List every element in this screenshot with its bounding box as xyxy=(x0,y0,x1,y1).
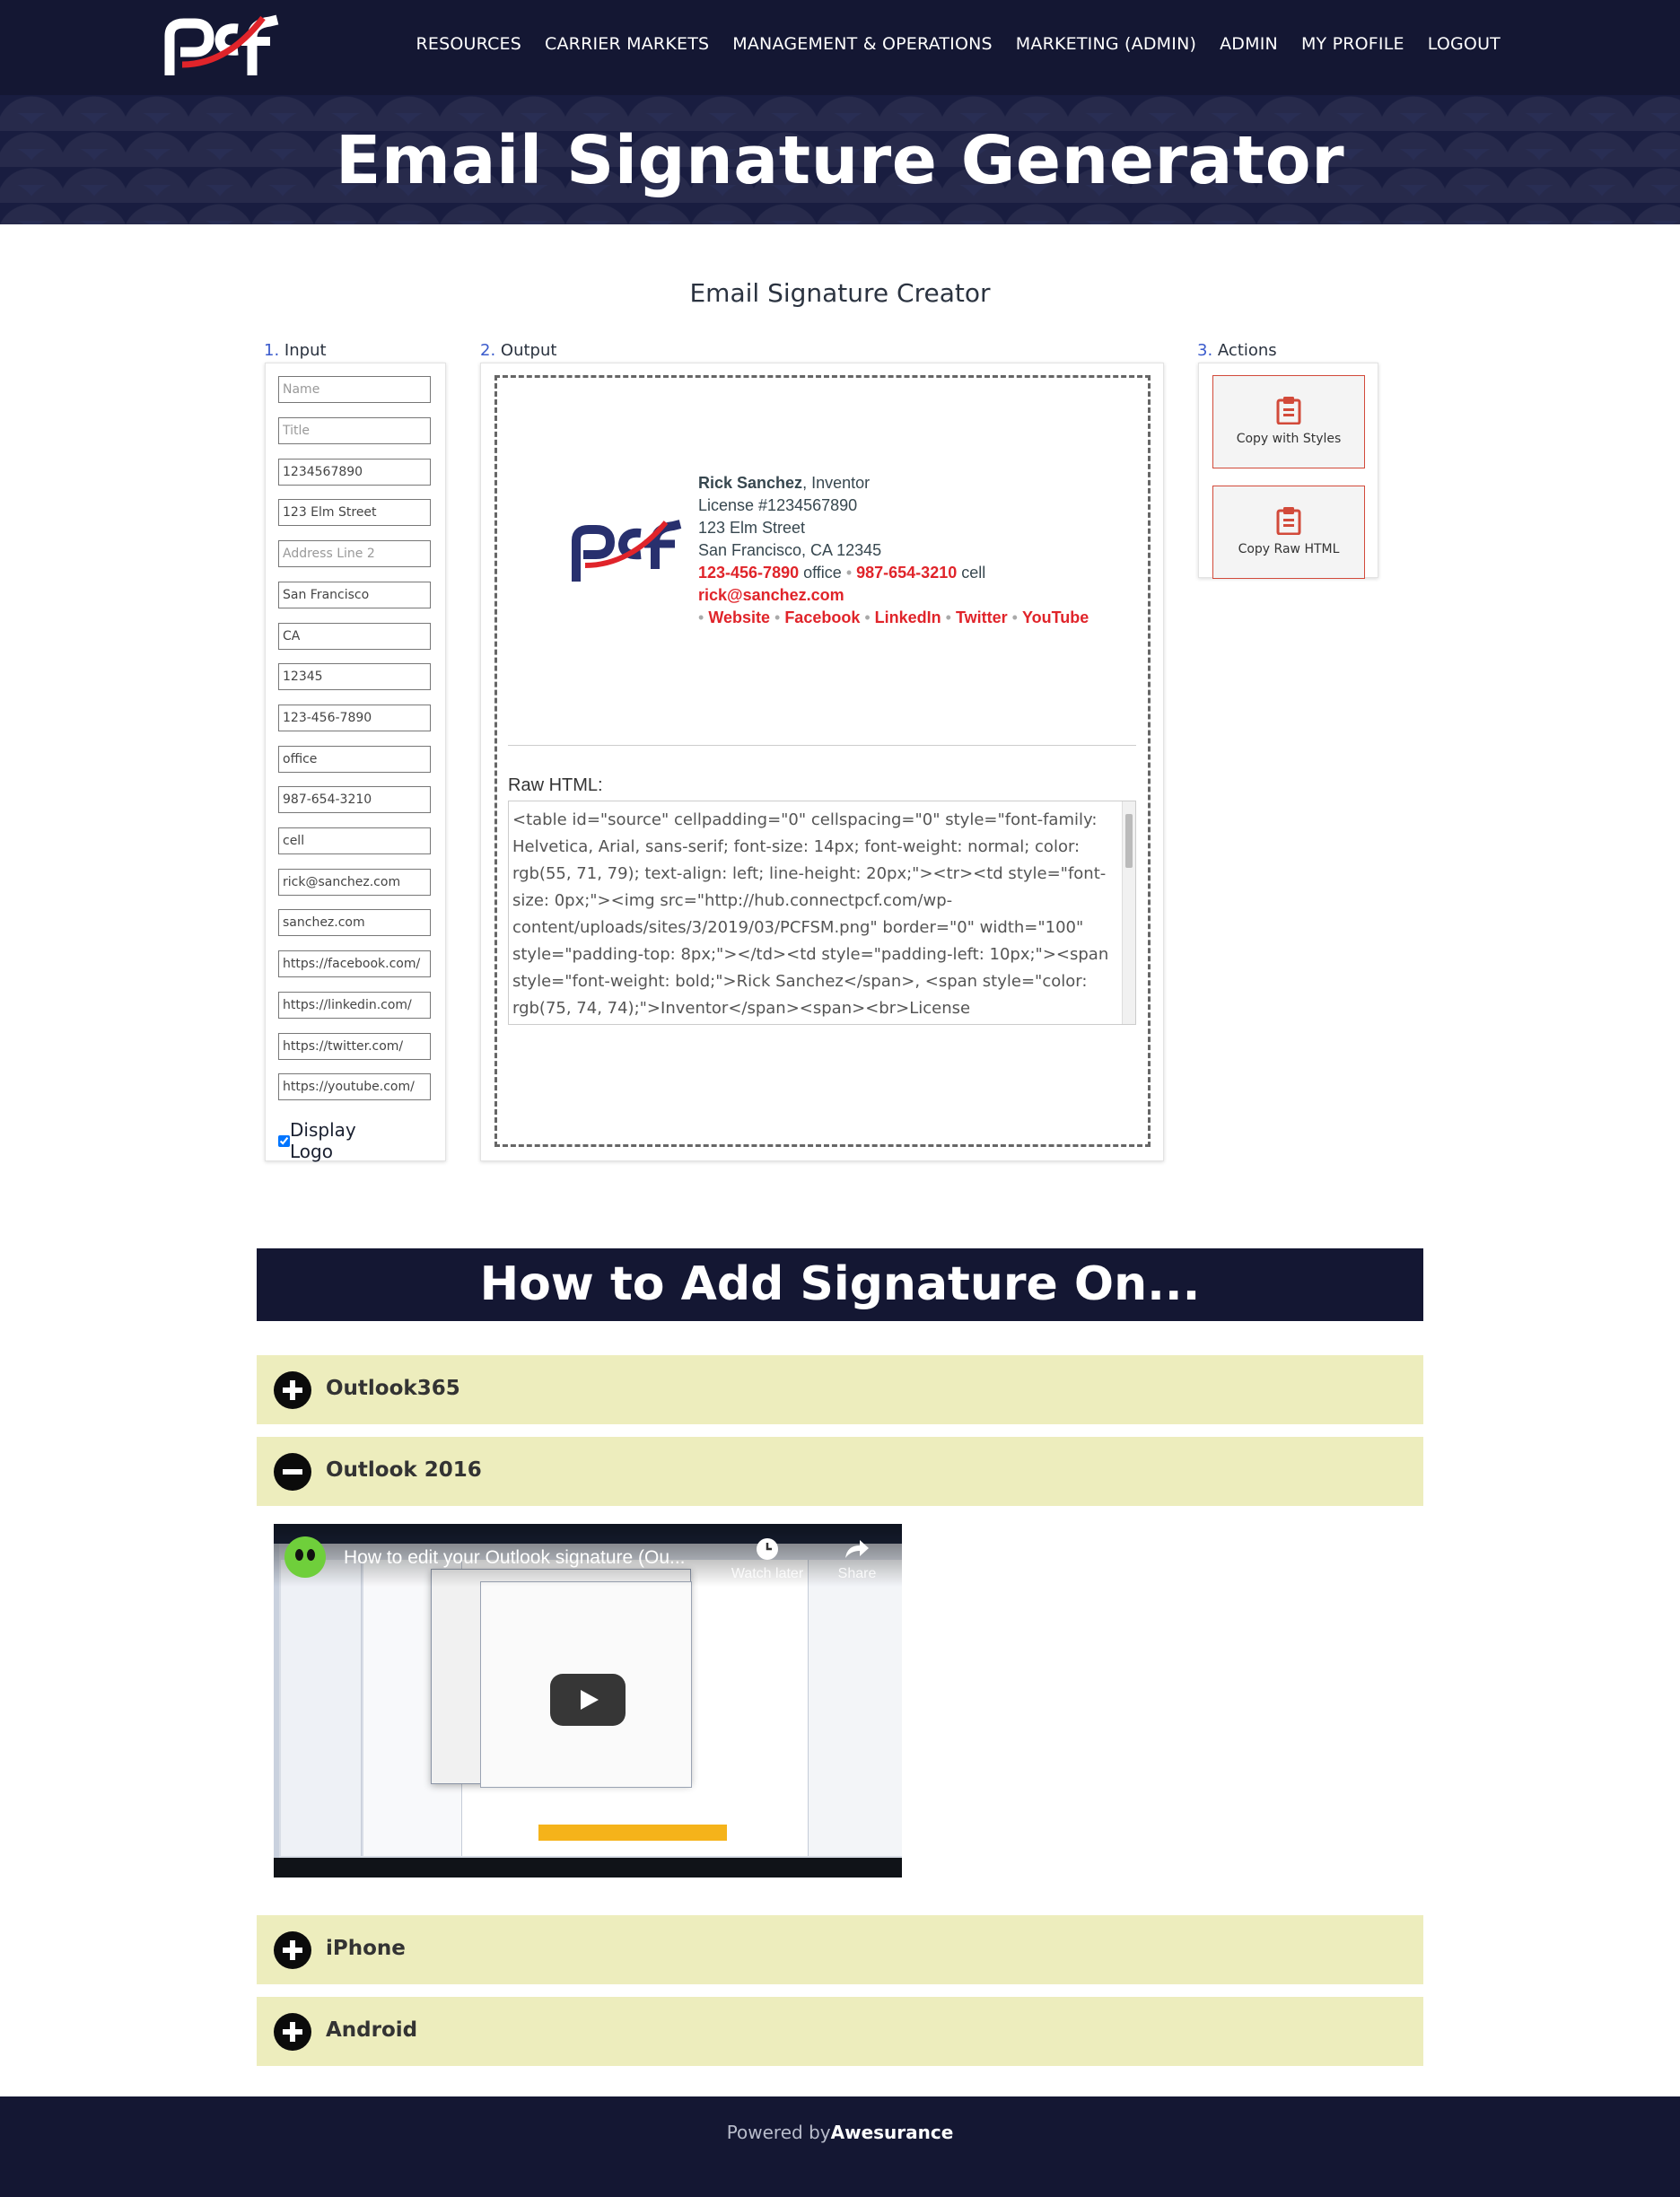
sig-links: • Website • Facebook • LinkedIn • Twitte… xyxy=(698,608,1089,626)
clipboard-icon xyxy=(1276,397,1301,425)
nav-carrier-markets[interactable]: CARRIER MARKETS xyxy=(545,34,709,54)
plus-circle-icon xyxy=(274,2013,311,2051)
share-icon xyxy=(845,1540,869,1558)
clock-icon xyxy=(757,1538,778,1560)
raw-html-textarea[interactable]: <table id="source" cellpadding="0" cells… xyxy=(508,801,1136,1025)
nav-logout[interactable]: LOGOUT xyxy=(1428,34,1501,54)
scrollbar-thumb[interactable] xyxy=(1125,814,1133,868)
video-embed[interactable]: How to edit your Outlook signature (Ou..… xyxy=(274,1524,902,1878)
clipboard-icon xyxy=(1276,507,1301,535)
name-field[interactable] xyxy=(278,376,431,403)
sig-name: Rick Sanchez xyxy=(698,474,803,492)
sig-license: License #1234567890 xyxy=(698,496,858,514)
page-title: Email Signature Generator xyxy=(335,122,1345,199)
nav-admin[interactable]: ADMIN xyxy=(1220,34,1278,54)
sig-youtube-link[interactable]: YouTube xyxy=(1022,608,1089,626)
nav-marketing-admin[interactable]: MARKETING (ADMIN) xyxy=(1016,34,1196,54)
license-field[interactable] xyxy=(278,459,431,486)
play-icon xyxy=(581,1690,599,1710)
video-title[interactable]: How to edit your Outlook signature (Ou..… xyxy=(344,1547,686,1569)
minus-circle-icon xyxy=(274,1453,311,1491)
website-field[interactable] xyxy=(278,909,431,936)
accordion-label: Outlook 2016 xyxy=(326,1458,482,1482)
hero-banner: Email Signature Generator xyxy=(0,95,1680,224)
nav-management-operations[interactable]: MANAGEMENT & OPERATIONS xyxy=(732,34,993,54)
howto-title: How to Add Signature On... xyxy=(257,1248,1423,1321)
raw-html-scrollbar[interactable] xyxy=(1122,801,1135,1024)
share-label: Share xyxy=(837,1566,877,1581)
display-logo-label: Display Logo xyxy=(290,1119,356,1162)
sig-title: Inventor xyxy=(811,474,871,492)
plus-circle-icon xyxy=(274,1931,311,1969)
nav-resources[interactable]: RESOURCES xyxy=(416,34,521,54)
sig-facebook-link[interactable]: Facebook xyxy=(784,608,860,626)
address-line2-field[interactable] xyxy=(278,540,431,567)
accordion-label: Outlook365 xyxy=(326,1377,460,1400)
top-navbar: RESOURCES CARRIER MARKETS MANAGEMENT & O… xyxy=(0,0,1680,95)
sig-phones: 123-456-7890 office • 987-654-3210 cell xyxy=(698,564,986,582)
title-field[interactable] xyxy=(278,417,431,444)
accordion-label: iPhone xyxy=(326,1937,406,1960)
accordion-outlook365[interactable]: Outlook365 xyxy=(257,1355,1423,1424)
linkedin-field[interactable] xyxy=(278,992,431,1019)
video-sidebar-strip xyxy=(274,1544,279,1858)
raw-html-label: Raw HTML: xyxy=(508,775,603,795)
video-taskbar xyxy=(274,1858,902,1878)
watch-later-button[interactable]: Watch later xyxy=(722,1536,812,1582)
section-title: Email Signature Creator xyxy=(689,278,991,308)
channel-avatar-icon[interactable] xyxy=(284,1536,326,1578)
copy-raw-html-button[interactable]: Copy Raw HTML xyxy=(1212,486,1365,579)
sig-twitter-link[interactable]: Twitter xyxy=(956,608,1008,626)
youtube-field[interactable] xyxy=(278,1073,431,1100)
play-button[interactable] xyxy=(550,1674,626,1726)
sig-linkedin-link[interactable]: LinkedIn xyxy=(875,608,941,626)
accordion-label: Android xyxy=(326,2018,418,2042)
sig-email-link[interactable]: rick@sanchez.com xyxy=(698,586,844,604)
display-logo-option[interactable]: Display Logo xyxy=(278,1119,358,1162)
twitter-field[interactable] xyxy=(278,1033,431,1060)
phone1-field[interactable] xyxy=(278,705,431,731)
phone1-label-field[interactable] xyxy=(278,746,431,773)
plus-circle-icon xyxy=(274,1371,311,1409)
sig-website-link[interactable]: Website xyxy=(708,608,770,626)
copy-with-styles-button[interactable]: Copy with Styles xyxy=(1212,375,1365,468)
output-column-label: 2. Output xyxy=(480,341,557,360)
accordion-android[interactable]: Android xyxy=(257,1997,1423,2066)
accordion-iphone[interactable]: iPhone xyxy=(257,1915,1423,1984)
city-field[interactable] xyxy=(278,582,431,608)
copy-raw-html-label: Copy Raw HTML xyxy=(1238,542,1340,556)
actions-panel: Copy with Styles Copy Raw HTML xyxy=(1198,363,1378,579)
signature-logo xyxy=(572,520,682,582)
main-menu: RESOURCES CARRIER MARKETS MANAGEMENT & O… xyxy=(416,34,1501,54)
facebook-field[interactable] xyxy=(278,950,431,977)
sig-city-line: San Francisco, CA 12345 xyxy=(698,541,882,559)
footer-credit: Powered by Awesurance xyxy=(726,2122,954,2143)
display-logo-checkbox[interactable] xyxy=(278,1134,290,1148)
footer: Powered by Awesurance xyxy=(0,2096,1680,2197)
zip-field[interactable] xyxy=(278,663,431,690)
footer-brand-link[interactable]: Awesurance xyxy=(831,2122,954,2143)
video-orange-banner xyxy=(538,1825,727,1841)
accordion-outlook-2016[interactable]: Outlook 2016 xyxy=(257,1437,1423,1506)
video-calendar-pane xyxy=(808,1560,902,1856)
divider xyxy=(508,745,1136,746)
phone2-label-field[interactable] xyxy=(278,827,431,854)
nav-my-profile[interactable]: MY PROFILE xyxy=(1301,34,1404,54)
actions-column-label: 3. Actions xyxy=(1197,341,1277,360)
input-column-label: 1. Input xyxy=(264,341,327,360)
email-field[interactable] xyxy=(278,869,431,896)
state-field[interactable] xyxy=(278,623,431,650)
video-folder-pane xyxy=(281,1560,362,1856)
sig-address: 123 Elm Street xyxy=(698,519,806,537)
signature-preview: Rick Sanchez, Inventor License #12345678… xyxy=(698,472,1089,629)
copy-with-styles-label: Copy with Styles xyxy=(1236,432,1342,446)
pcf-logo[interactable] xyxy=(164,11,283,79)
watch-later-label: Watch later xyxy=(731,1566,804,1581)
share-button[interactable]: Share xyxy=(821,1536,893,1582)
address-line1-field[interactable] xyxy=(278,499,431,526)
phone2-field[interactable] xyxy=(278,786,431,813)
